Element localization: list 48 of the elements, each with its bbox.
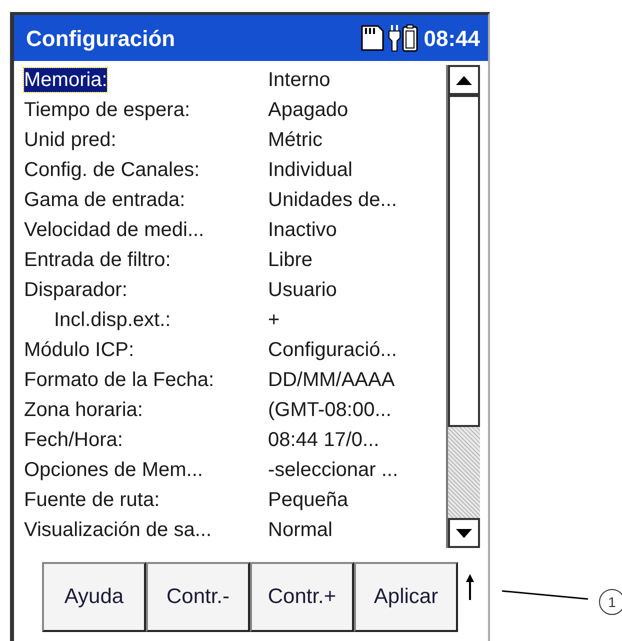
- scroll-thumb[interactable]: [448, 95, 480, 427]
- setting-label[interactable]: Formato de la Fecha:: [24, 368, 214, 392]
- setting-label[interactable]: Fech/Hora:: [24, 428, 123, 452]
- setting-value: Normal: [268, 518, 332, 543]
- scrollbar[interactable]: [446, 65, 480, 548]
- setting-label[interactable]: Tiempo de espera:: [24, 98, 190, 122]
- setting-label[interactable]: Velocidad de medi...: [24, 218, 204, 242]
- setting-value: Inactivo: [268, 218, 337, 243]
- setting-value: Configuració...: [268, 338, 397, 363]
- setting-value: Usuario: [268, 278, 337, 303]
- toolbar-button[interactable]: Aplicar: [354, 562, 458, 632]
- setting-value: Pequeña: [268, 488, 348, 513]
- window-title: Configuración: [26, 24, 176, 53]
- setting-value: Unidades de...: [268, 188, 397, 213]
- setting-value: +: [268, 308, 280, 333]
- up-arrow-icon: [466, 574, 474, 600]
- down-triangle-icon: [456, 528, 472, 538]
- scroll-down-button[interactable]: [448, 518, 480, 548]
- toolbar-button[interactable]: Contr.-: [146, 562, 250, 632]
- plug-battery-icon: [388, 24, 420, 52]
- setting-label[interactable]: Fuente de ruta:: [24, 488, 160, 512]
- memory-card-icon: [360, 25, 384, 51]
- setting-label[interactable]: Gama de entrada:: [24, 188, 186, 212]
- setting-label[interactable]: Zona horaria:: [24, 398, 143, 422]
- up-triangle-icon: [456, 76, 472, 84]
- setting-value: Métric: [268, 128, 322, 153]
- setting-value: (GMT-08:00...: [268, 398, 392, 423]
- clock-time: 08:44: [424, 24, 480, 52]
- setting-value: Interno: [268, 68, 330, 93]
- callout-number: 1: [599, 589, 622, 615]
- setting-label[interactable]: Config. de Canales:: [24, 158, 200, 182]
- setting-label[interactable]: Disparador:: [24, 278, 128, 302]
- setting-label[interactable]: Opciones de Mem...: [24, 458, 203, 482]
- setting-value: Libre: [268, 248, 312, 273]
- setting-label[interactable]: Visualización de sa...: [24, 518, 212, 542]
- setting-value: Individual: [268, 158, 353, 183]
- setting-value: DD/MM/AAAA: [268, 368, 395, 393]
- setting-value: Apagado: [268, 98, 348, 123]
- setting-label[interactable]: Memoria:: [24, 68, 108, 92]
- setting-value: -seleccionar ...: [268, 458, 398, 483]
- setting-label[interactable]: Módulo ICP:: [24, 338, 134, 362]
- setting-value: 08:44 17/0...: [268, 428, 380, 453]
- toolbar-button[interactable]: Contr.+: [250, 562, 354, 632]
- setting-label[interactable]: Entrada de filtro:: [24, 248, 171, 272]
- setting-label[interactable]: Incl.disp.ext.:: [54, 308, 171, 332]
- scroll-up-button[interactable]: [448, 65, 480, 95]
- toolbar-button[interactable]: Ayuda: [42, 562, 146, 632]
- setting-label[interactable]: Unid pred:: [24, 128, 116, 152]
